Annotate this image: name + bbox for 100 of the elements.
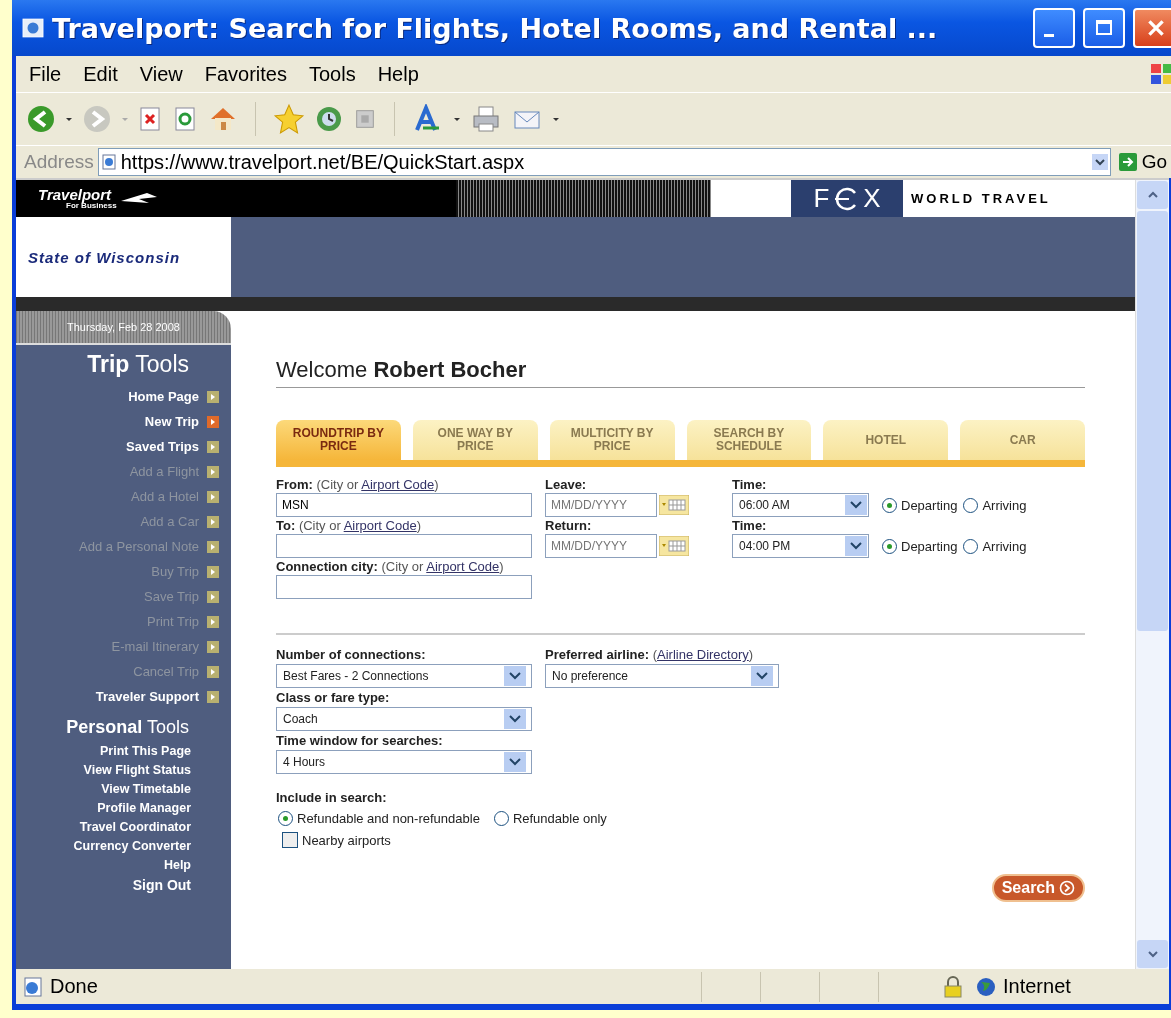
airport-code-link[interactable]: Airport Code: [343, 518, 417, 533]
fare-class-select[interactable]: Coach: [276, 707, 532, 731]
time-select[interactable]: 06:00 AM: [732, 493, 869, 517]
sidebar-link[interactable]: Saved Trips: [126, 434, 219, 459]
section-heading: Personal Tools: [66, 717, 189, 738]
welcome-heading: Welcome Robert Bocher: [276, 357, 1086, 388]
connections-select[interactable]: Best Fares - 2 Connections: [276, 664, 532, 688]
field-label: Number of connections:: [276, 647, 426, 662]
search-button[interactable]: Search: [991, 874, 1086, 902]
travelport-logo: Travelport For Business: [37, 187, 117, 210]
arrow-square-icon: [207, 615, 219, 628]
field-label: Time:: [732, 518, 767, 533]
printer-icon[interactable]: [470, 104, 502, 134]
city-field[interactable]: MSN: [276, 493, 532, 517]
sidebar-link[interactable]: Traveler Support: [95, 684, 219, 709]
hint-text: (City or: [298, 518, 341, 533]
menu-item[interactable]: Favorites: [195, 60, 296, 88]
arrow-square-icon: [207, 565, 219, 578]
radio-label: Departing: [901, 538, 958, 554]
sidebar-link[interactable]: New Trip: [144, 409, 219, 434]
arrow-square-icon: [207, 665, 219, 678]
hint-text: ): [748, 647, 754, 662]
radio-button[interactable]: [493, 811, 509, 826]
radio-button[interactable]: [963, 538, 979, 554]
arrow-square-icon: [207, 590, 219, 603]
field-label: To:: [276, 518, 296, 533]
field-label: Include in search:: [276, 790, 387, 805]
maximize-icon: [1094, 18, 1114, 38]
connection-city-field[interactable]: [276, 575, 532, 599]
dropdown-arrow-icon[interactable]: [552, 115, 560, 123]
field-label: Leave:: [545, 477, 587, 492]
sign-out-link[interactable]: Sign Out: [132, 877, 191, 896]
airline-directory-link[interactable]: Airline Directory: [657, 647, 749, 662]
radio-button[interactable]: [963, 497, 979, 513]
radio-label: Departing: [901, 497, 958, 513]
calendar-icon[interactable]: [659, 495, 689, 515]
menu-item[interactable]: Help: [368, 60, 428, 88]
tab[interactable]: MULTICITY BY PRICE: [549, 420, 675, 460]
sidebar-link[interactable]: Travel Coordinator: [79, 820, 191, 839]
sidebar-link[interactable]: View Timetable: [101, 782, 191, 801]
minimize-button[interactable]: [1033, 8, 1075, 48]
sidebar-link[interactable]: Currency Converter: [73, 839, 191, 858]
zone-label: Internet: [1003, 975, 1072, 998]
page-icon: [22, 975, 44, 998]
menu-item[interactable]: Tools: [299, 60, 365, 88]
dropdown-arrow-icon[interactable]: [65, 115, 73, 123]
scrollbar-thumb[interactable]: [1137, 211, 1168, 631]
calendar-icon[interactable]: [659, 536, 689, 556]
radio-button[interactable]: [882, 497, 897, 513]
hint-text: (City or: [316, 477, 359, 492]
media-icon[interactable]: [353, 107, 377, 131]
radio-label: Refundable and non-refundable: [297, 811, 480, 826]
city-field[interactable]: [276, 534, 532, 558]
scrollbar[interactable]: [1135, 180, 1169, 969]
sidebar-link[interactable]: Print This Page: [100, 744, 191, 763]
radio-button[interactable]: [278, 811, 293, 826]
close-button[interactable]: [1133, 8, 1171, 48]
time-window-select[interactable]: 4 Hours: [276, 750, 532, 774]
menu-item[interactable]: Edit: [74, 60, 127, 88]
radio-button[interactable]: [882, 538, 897, 554]
arrow-square-icon: [207, 690, 219, 703]
star-icon[interactable]: [273, 103, 305, 135]
date-field[interactable]: MM/DD/YYYY: [545, 534, 657, 558]
scroll-up-button[interactable]: [1137, 181, 1168, 209]
tab[interactable]: ROUNDTRIP BY PRICE: [276, 420, 401, 460]
go-button[interactable]: Go: [1114, 151, 1171, 173]
sidebar-link[interactable]: Home Page: [128, 384, 219, 409]
tab[interactable]: CAR: [960, 420, 1086, 460]
dropdown-arrow-icon[interactable]: [453, 115, 461, 123]
field-label: Time:: [732, 477, 767, 492]
tab[interactable]: HOTEL: [823, 420, 949, 460]
airport-code-link[interactable]: Airport Code: [361, 477, 435, 492]
arrow-square-icon: [207, 415, 219, 428]
date-field[interactable]: MM/DD/YYYY: [545, 493, 657, 517]
menu-item[interactable]: View: [130, 60, 192, 88]
client-name: State of Wisconsin: [16, 217, 231, 297]
back-icon[interactable]: [26, 104, 56, 134]
tab[interactable]: SEARCH BY SCHEDULE: [686, 420, 812, 460]
airline-select[interactable]: No preference: [545, 664, 779, 688]
airport-code-link[interactable]: Airport Code: [426, 559, 500, 574]
checkbox[interactable]: [282, 832, 298, 848]
address-field[interactable]: https://www.travelport.net/BE/QuickStart.aspx: [97, 148, 1111, 176]
field-label: Return:: [545, 518, 592, 533]
arrow-square-icon: [207, 465, 219, 478]
minimize-icon: [1044, 33, 1054, 37]
sidebar-link[interactable]: Profile Manager: [97, 801, 191, 820]
agency-tagline: WORLD TRAVEL: [903, 180, 1136, 217]
tab[interactable]: ONE WAY BY PRICE: [412, 420, 538, 460]
sidebar-link[interactable]: View Flight Status: [83, 763, 191, 782]
scroll-down-button[interactable]: [1137, 940, 1168, 968]
time-select[interactable]: 04:00 PM: [732, 534, 869, 558]
date-label: Thursday, Feb 28 2008: [16, 311, 231, 345]
sidebar-link[interactable]: Help: [163, 858, 191, 877]
checkbox-label: Nearby airports: [302, 832, 391, 848]
window-title: Travelport: Search for Flights, Hotel Rooms, and Rental ...: [52, 12, 938, 44]
menu-item[interactable]: File: [20, 60, 71, 88]
close-icon: [1145, 17, 1167, 39]
history-icon[interactable]: [314, 104, 344, 134]
field-label: Time window for searches:: [276, 733, 443, 748]
maximize-button[interactable]: [1083, 8, 1125, 48]
